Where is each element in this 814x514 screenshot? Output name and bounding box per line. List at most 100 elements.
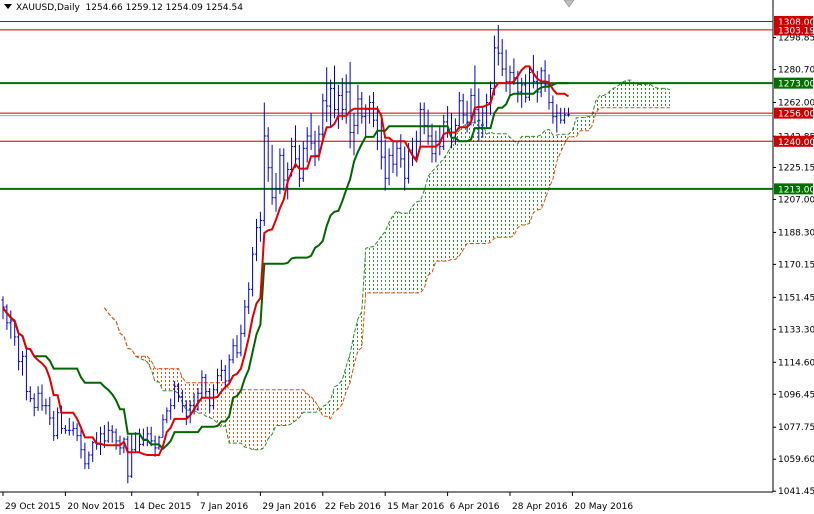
time-tick-label: 14 Dec 2015 [134,502,192,512]
kumo-segment [584,116,588,131]
kumo-segment [155,368,159,382]
kumo-segment [369,246,374,293]
kumo-segment [252,389,257,450]
kumo-segment [662,88,666,108]
time-tick-label: 20 Nov 2015 [67,502,125,512]
kumo-segment [240,389,245,448]
kumo-segment [494,133,499,239]
time-tick-label: 7 Jan 2016 [200,502,248,512]
kumo-segment [428,171,432,276]
kumo-segment [521,136,526,226]
kumo-segment [373,241,378,293]
kumo-segment [619,81,624,108]
kumo-segment [295,389,300,421]
level-label: 1303.19 [778,26,814,36]
kumo-segment [435,163,440,262]
time-tick-label: 20 May 2016 [574,502,633,512]
kumo-segment [603,93,608,108]
kumo-segment [443,152,448,262]
time-tick-label: 29 Oct 2015 [5,502,61,512]
kumo-segment [416,200,421,293]
kumo-segment [201,382,206,416]
kumo-segment [455,130,460,260]
price-tick-label: 1280.70 [778,66,814,76]
kumo-segment [486,132,491,244]
kumo-segment [248,389,253,450]
time-tick-label: 6 Apr 2016 [450,502,500,512]
kumo-segment [537,134,542,211]
kumo-segment [556,134,561,162]
kumo-segment [658,88,663,108]
price-tick-label: 1188.30 [778,228,814,238]
kumo-segment [365,247,370,293]
kumo-segment [283,389,288,426]
kumo-segment [170,368,175,391]
kumo-segment [517,136,522,228]
kumo-segment [279,389,284,426]
kumo-segment [642,84,647,108]
kumo-segment [588,115,592,131]
kumo-segment [400,213,405,293]
kumo-segment [256,389,261,450]
kumo-segment [408,206,413,293]
level-label: 1256.00 [778,110,814,120]
kumo-segment [580,117,585,131]
kumo-segment [541,130,546,210]
kumo-segment [268,389,273,439]
kumo-segment [549,129,553,188]
kumo-segment [404,213,409,293]
kumo-segment [244,389,249,448]
kumo-segment [506,133,510,238]
time-tick-label: 28 Apr 2016 [512,502,568,512]
price-tick-label: 1262.00 [778,99,814,109]
kumo-segment [205,382,210,418]
kumo-segment [654,87,659,108]
price-tick-label: 1151.45 [778,293,814,303]
time-tick-label: 29 Jan 2016 [262,502,316,512]
ichimoku-cloud [103,79,671,451]
kumo-segment [447,145,452,262]
kumo-segment [260,389,265,450]
kumo-segment [638,84,643,108]
kumo-segment [291,389,296,424]
time-axis: 29 Oct 2015 20 Nov 2015 14 Dec 2015 7 Jan 2… [2,492,633,512]
kumo-segment [217,382,222,428]
kumo-segment [510,137,514,238]
kumo-segment [225,382,230,444]
kumo-segment [389,215,393,293]
kumo-segment [432,167,436,273]
kumo-segment [166,368,171,391]
kumo-segment [287,389,292,426]
price-tick-label: 1059.60 [778,455,814,465]
time-tick-label: 15 Mar 2016 [387,502,444,512]
kumo-segment [393,210,397,293]
kumo-segment [396,210,401,293]
kumo-segment [209,382,214,420]
kumo-segment [307,393,312,413]
kumo-segment [381,231,386,293]
kumo-segment [611,87,616,108]
kumo-segment [451,135,456,260]
kumo-segment [529,136,534,224]
kumo-segment [424,176,429,289]
price-chart[interactable]: 1298.851280.701262.001242.851225.151207.… [0,0,814,514]
kumo-segment [276,389,280,426]
kumo-segment [533,136,538,213]
price-tick-label: 1041.45 [778,487,814,497]
level-label: 1240.00 [778,138,814,148]
level-label: 1213.00 [778,185,814,195]
kumo-segment [474,119,479,244]
kumo-segment [525,136,530,226]
kumo-segment [162,368,167,391]
price-axis: 1298.851280.701262.001242.851225.151207.… [773,34,814,497]
kumo-segment [615,84,620,108]
kumo-segment [186,382,191,411]
kumo-segment [634,83,639,108]
price-tick-label: 1207.00 [778,195,814,205]
price-tick-label: 1114.60 [778,358,814,368]
kumo-segment [377,236,382,293]
kumo-segment [560,134,565,152]
kumo-segment [490,132,495,243]
price-tick-label: 1077.75 [778,423,814,433]
price-tick-label: 1133.30 [778,325,814,335]
